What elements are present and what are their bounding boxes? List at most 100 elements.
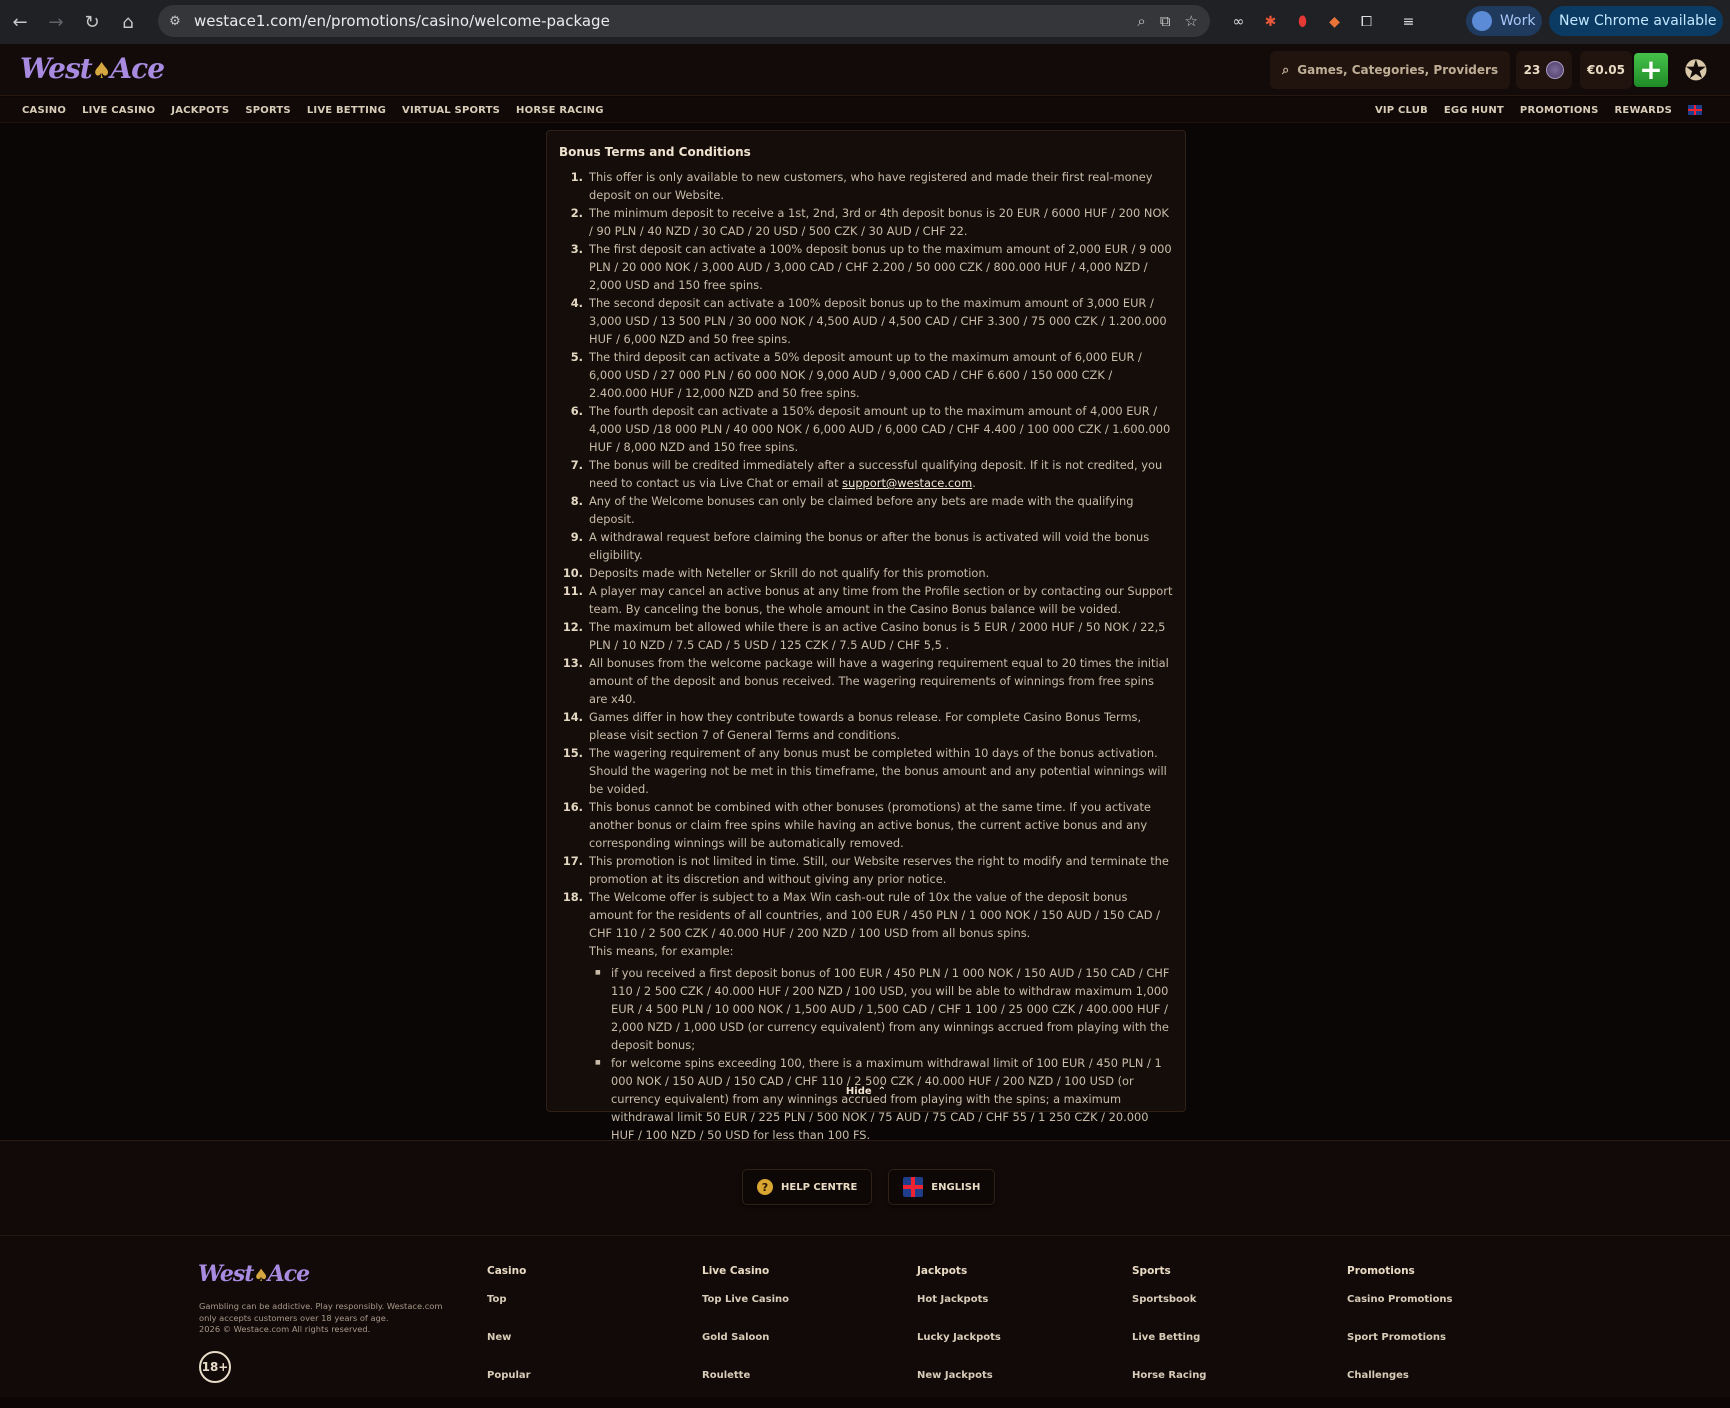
footer-link[interactable]: New [487, 1332, 687, 1370]
search-placeholder: Games, Categories, Providers [1297, 63, 1499, 77]
forward-icon[interactable]: → [40, 6, 72, 38]
footer-link[interactable]: Casino Promotions [1347, 1294, 1547, 1332]
hide-label: Hide [845, 1086, 872, 1097]
footer-link[interactable]: Sport Promotions [1347, 1332, 1547, 1370]
terms-item-number: 14. [562, 710, 583, 724]
terms-item-number: 16. [562, 800, 583, 814]
nav-link-live-betting[interactable]: LIVE BETTING [307, 105, 386, 116]
footer-column-title[interactable]: Live Casino [702, 1265, 902, 1277]
footer-column-title[interactable]: Casino [487, 1265, 687, 1277]
bookmark-star-icon[interactable]: ☆ [1185, 12, 1198, 30]
footer-column-promotions: Promotions Casino Promotions Sport Promoti… [1347, 1265, 1547, 1408]
terms-item-text: The second deposit can activate a 100% d… [589, 296, 1167, 346]
more-menu-icon[interactable]: ⋮ [1727, 13, 1730, 29]
balance-display[interactable]: €0.05 [1580, 51, 1632, 89]
footer-column-title[interactable]: Promotions [1347, 1265, 1547, 1277]
footer-link[interactable]: Lucky Jackpots [917, 1332, 1117, 1370]
terms-item-number: 10. [562, 566, 583, 580]
profile-chip[interactable]: Work [1466, 6, 1542, 36]
reload-icon[interactable]: ↻ [76, 6, 108, 38]
footer-link[interactable]: Roulette [702, 1370, 902, 1408]
terms-item-number: 5. [570, 350, 583, 364]
user-avatar-icon[interactable]: ✪ [1678, 51, 1714, 89]
terms-item-text: This bonus cannot be combined with other… [589, 800, 1151, 850]
uk-flag-icon [903, 1177, 924, 1197]
footer-link[interactable]: Gold Saloon [702, 1332, 902, 1370]
footer-divider [0, 1235, 1730, 1236]
terms-item-number: 6. [570, 404, 583, 418]
footer-column-title[interactable]: Jackpots [917, 1265, 1117, 1277]
help-centre-button[interactable]: ? HELP CENTRE [742, 1169, 873, 1205]
nav-link-egg-hunt[interactable]: EGG HUNT [1444, 105, 1504, 116]
footer-link[interactable]: Top Live Casino [702, 1294, 902, 1332]
terms-list: 1. This offer is only available to new cu… [559, 168, 1173, 1186]
help-label: HELP CENTRE [781, 1181, 858, 1193]
terms-item: 5. The third deposit can activate a 50% d… [559, 348, 1173, 402]
language-flag-icon[interactable] [1688, 105, 1702, 115]
back-icon[interactable]: ← [4, 6, 36, 38]
footer-link[interactable]: Popular [487, 1370, 687, 1408]
terms-item-text: A withdrawal request before claiming the… [589, 530, 1150, 562]
coins-counter[interactable]: 23 [1516, 51, 1572, 89]
footer-logo[interactable]: West♠Ace [198, 1261, 310, 1287]
footer-link[interactable]: Live Betting [1132, 1332, 1332, 1370]
language-button[interactable]: ENGLISH [888, 1169, 996, 1205]
terms-item-number: 2. [570, 206, 583, 220]
zoom-icon[interactable]: ⌕ [1137, 12, 1145, 30]
help-icon: ? [757, 1179, 773, 1195]
url-text[interactable]: westace1.com/en/promotions/casino/welcom… [194, 12, 610, 30]
site-logo[interactable]: West♠Ace [20, 52, 165, 85]
nav-link-sports[interactable]: SPORTS [245, 105, 291, 116]
extensions-puzzle-icon[interactable]: ⧠ [1356, 12, 1377, 33]
nav-link-horse-racing[interactable]: HORSE RACING [516, 105, 604, 116]
terms-item: 1. This offer is only available to new cu… [559, 168, 1173, 204]
nav-link-casino[interactable]: CASINO [22, 105, 66, 116]
terms-item-text: The Welcome offer is subject to a Max Wi… [589, 890, 1160, 940]
game-search-input[interactable]: ⌕ Games, Categories, Providers [1270, 51, 1510, 89]
footer-link[interactable]: New Jackpots [917, 1370, 1117, 1408]
footer-link[interactable]: Hot Jackpots [917, 1294, 1117, 1332]
extension-fox-icon[interactable]: ◆ [1324, 12, 1345, 33]
footer-column-title[interactable]: Sports [1132, 1265, 1332, 1277]
language-label: ENGLISH [931, 1181, 981, 1193]
terms-item: 15. The wagering requirement of any bonus… [559, 744, 1173, 798]
search-icon: ⌕ [1282, 62, 1290, 78]
nav-link-vip-club[interactable]: VIP CLUB [1375, 105, 1428, 116]
address-bar[interactable]: ⚙ westace1.com/en/promotions/casino/welc… [158, 5, 1210, 37]
deposit-plus-button[interactable]: + [1634, 53, 1668, 87]
home-icon[interactable]: ⌂ [112, 6, 144, 38]
footer-link[interactable]: Challenges [1347, 1370, 1547, 1408]
footer-link[interactable]: Top [487, 1294, 687, 1332]
profile-avatar [1472, 11, 1492, 31]
nav-link-jackpots[interactable]: JACKPOTS [171, 105, 229, 116]
nav-link-virtual-sports[interactable]: VIRTUAL SPORTS [402, 105, 500, 116]
terms-item-text-end: . [972, 476, 976, 490]
terms-item-text: The maximum bet allowed while there is a… [589, 620, 1166, 652]
terms-item-text: Any of the Welcome bonuses can only be c… [589, 494, 1134, 526]
support-email-link[interactable]: support@westace.com [842, 476, 972, 490]
nav-link-rewards[interactable]: REWARDS [1615, 105, 1672, 116]
terms-item-number: 17. [562, 854, 583, 868]
extension-orange-icon[interactable]: ✱ [1260, 12, 1281, 33]
site-footer: ? HELP CENTRE ENGLISH West♠Ace Gambling … [0, 1140, 1730, 1397]
nav-link-live-casino[interactable]: LIVE CASINO [82, 105, 155, 116]
footer-link[interactable]: Sportsbook [1132, 1294, 1332, 1332]
footer-column-jackpots: Jackpots Hot Jackpots Lucky Jackpots New Ja… [917, 1265, 1117, 1408]
terms-item-text: A player may cancel an active bonus at a… [589, 584, 1173, 616]
extension-link-icon[interactable]: ∞ [1228, 12, 1249, 33]
reading-list-icon[interactable]: ≡ [1398, 12, 1419, 33]
footer-link[interactable]: Horse Racing [1132, 1370, 1332, 1408]
site-info-icon[interactable]: ⚙ [160, 6, 190, 36]
hide-terms-button[interactable]: Hide ⌃ [547, 1086, 1185, 1097]
terms-item-number: 18. [562, 890, 583, 904]
nav-link-promotions[interactable]: PROMOTIONS [1520, 105, 1599, 116]
terms-item-number: 7. [570, 458, 583, 472]
terms-item-text: This offer is only available to new cust… [589, 170, 1153, 202]
chrome-update-button[interactable]: New Chrome available ⋮ [1549, 6, 1730, 36]
extension-red-icon[interactable]: ⬮ [1292, 12, 1313, 33]
main-content: Bonus Terms and Conditions 1. This offer … [0, 124, 1730, 1184]
age-restriction-badge: 18+ [199, 1351, 231, 1383]
terms-item-number: 13. [562, 656, 583, 670]
bonus-terms-panel: Bonus Terms and Conditions 1. This offer … [546, 130, 1186, 1184]
install-app-icon[interactable]: ⧉ [1160, 12, 1171, 30]
